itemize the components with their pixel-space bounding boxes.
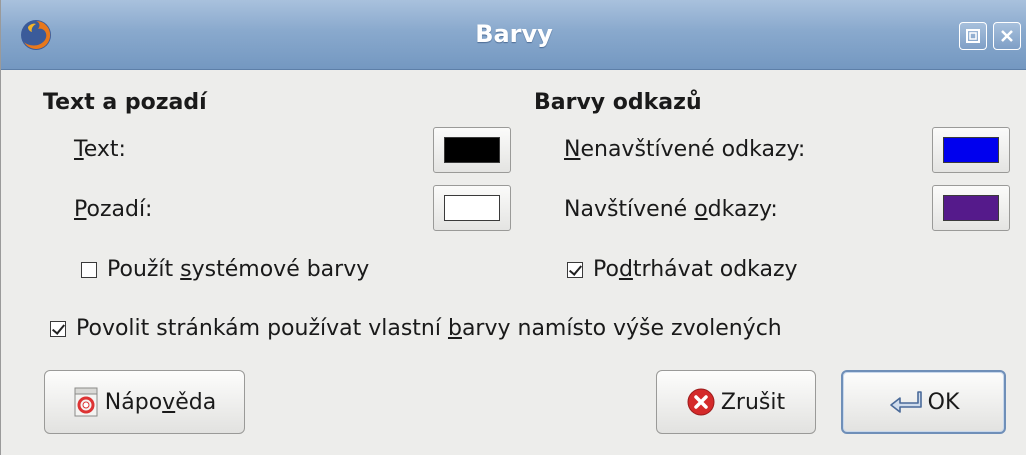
- cancel-icon: [687, 388, 715, 416]
- close-icon: [1001, 30, 1013, 42]
- visited-color-button[interactable]: [932, 185, 1010, 231]
- allow-page-colors-checkbox[interactable]: Povolit stránkám používat vlastní barvy …: [50, 316, 782, 341]
- background-color-button[interactable]: [433, 185, 511, 231]
- maximize-icon: [966, 29, 980, 43]
- maximize-button[interactable]: [959, 22, 987, 50]
- ok-button[interactable]: OK: [841, 370, 1006, 434]
- unvisited-links-label: Nenavštívené odkazy:: [564, 137, 806, 162]
- text-color-swatch: [444, 137, 500, 163]
- cancel-button[interactable]: Zrušit: [656, 370, 816, 434]
- title-bar: Barvy: [1, 0, 1026, 70]
- text-background-heading: Text a pozadí: [43, 90, 207, 115]
- help-button[interactable]: Nápověda: [44, 370, 245, 434]
- help-book-icon: [73, 386, 99, 418]
- visited-color-swatch: [943, 195, 999, 221]
- window-title: Barvy: [475, 20, 553, 48]
- close-button[interactable]: [993, 22, 1021, 50]
- checkbox-box[interactable]: [81, 261, 97, 278]
- use-system-colors-checkbox[interactable]: Použít systémové barvy: [81, 257, 369, 282]
- colors-dialog: Barvy Text a pozadí Text: Pozadí: Použít…: [0, 0, 1026, 455]
- unvisited-color-swatch: [943, 137, 999, 163]
- checkbox-box[interactable]: [50, 320, 66, 337]
- checkbox-box[interactable]: [567, 261, 583, 278]
- background-color-label: Pozadí:: [74, 197, 153, 222]
- text-color-label: Text:: [74, 137, 126, 162]
- unvisited-color-button[interactable]: [932, 127, 1010, 173]
- enter-arrow-icon: [888, 389, 922, 415]
- link-colors-heading: Barvy odkazů: [534, 90, 702, 115]
- background-color-swatch: [444, 195, 500, 221]
- visited-links-label: Navštívené odkazy:: [564, 197, 778, 222]
- underline-links-checkbox[interactable]: Podtrhávat odkazy: [567, 257, 798, 282]
- text-color-button[interactable]: [433, 127, 511, 173]
